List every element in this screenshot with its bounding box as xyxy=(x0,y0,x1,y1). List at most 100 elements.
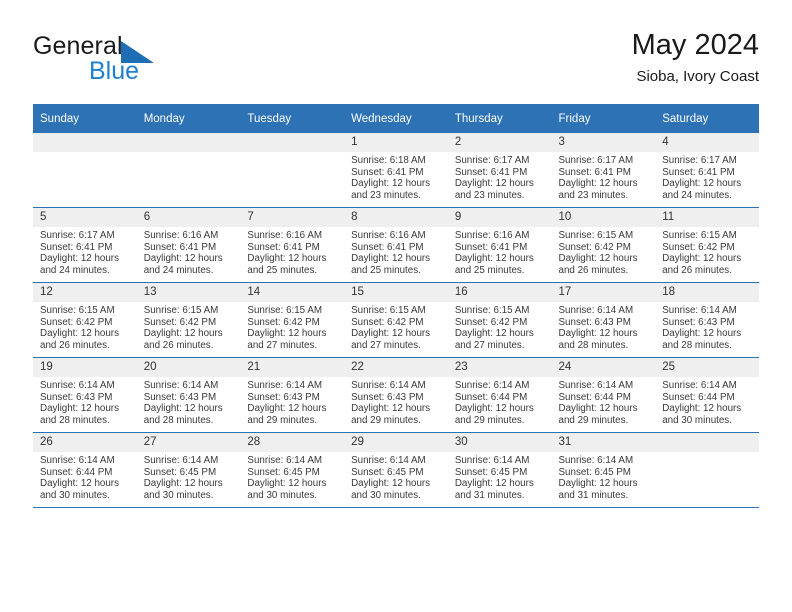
sun-info-line: Sunrise: 6:14 AM xyxy=(351,455,426,466)
sun-info-line: and 29 minutes. xyxy=(247,414,318,426)
day-number xyxy=(655,433,759,452)
calendar-day-cell[interactable]: 26 Sunrise: 6:14 AM Sunset: 6:44 PM Dayligh… xyxy=(33,432,137,508)
calendar-day-cell[interactable]: 6 Sunrise: 6:16 AM Sunset: 6:41 PM Daylight… xyxy=(136,207,241,283)
sun-info-line: Sunset: 6:45 PM xyxy=(351,466,424,478)
day-cell-inner: 18 Sunrise: 6:14 AM Sunset: 6:43 PM Dayligh… xyxy=(655,283,759,357)
sun-info-line: Sunset: 6:43 PM xyxy=(40,391,113,403)
day-number: 19 xyxy=(33,358,137,377)
day-cell-inner: 16 Sunrise: 6:15 AM Sunset: 6:42 PM Dayligh… xyxy=(447,283,552,357)
sun-info-line: Sunrise: 6:14 AM xyxy=(454,455,530,466)
weekday-header-tuesday: Tuesday xyxy=(240,104,345,133)
day-cell-inner xyxy=(33,133,137,207)
calendar-day-cell[interactable]: 18 Sunrise: 6:14 AM Sunset: 6:43 PM Dayligh… xyxy=(655,282,759,358)
day-sun-info: Sunrise: 6:14 AM Sunset: 6:44 PM Daylight:… xyxy=(448,377,552,426)
calendar-day-cell[interactable]: 13 Sunrise: 6:15 AM Sunset: 6:42 PM Dayligh… xyxy=(136,282,241,358)
day-cell-inner: 28 Sunrise: 6:14 AM Sunset: 6:45 PM Dayligh… xyxy=(240,433,345,507)
calendar-day-cell[interactable]: 4 Sunrise: 6:17 AM Sunset: 6:41 PM Daylight… xyxy=(655,133,759,208)
calendar-day-cell[interactable]: 25 Sunrise: 6:14 AM Sunset: 6:44 PM Dayligh… xyxy=(655,357,759,433)
sun-info-line: Daylight: 12 hours xyxy=(454,253,534,265)
calendar-day-cell[interactable]: 3 Sunrise: 6:17 AM Sunset: 6:41 PM Daylight… xyxy=(551,133,656,208)
calendar-day-cell[interactable]: 8 Sunrise: 6:16 AM Sunset: 6:41 PM Daylight… xyxy=(344,207,448,283)
sun-info-line: Daylight: 12 hours xyxy=(662,253,742,265)
day-number: 10 xyxy=(551,208,656,227)
day-sun-info: Sunrise: 6:14 AM Sunset: 6:43 PM Daylight:… xyxy=(655,302,759,351)
calendar-day-cell[interactable]: 10 Sunrise: 6:15 AM Sunset: 6:42 PM Dayligh… xyxy=(551,207,656,283)
weekday-header-monday: Monday xyxy=(136,104,241,133)
day-sun-info: Sunrise: 6:15 AM Sunset: 6:42 PM Daylight:… xyxy=(240,302,344,351)
sun-info-line: Daylight: 12 hours xyxy=(351,478,431,490)
sun-info-line: Sunset: 6:43 PM xyxy=(143,391,217,403)
day-sun-info: Sunrise: 6:14 AM Sunset: 6:43 PM Daylight:… xyxy=(240,377,344,426)
calendar-day-cell[interactable]: 11 Sunrise: 6:15 AM Sunset: 6:42 PM Dayligh… xyxy=(655,207,759,283)
sun-info-line: Sunset: 6:42 PM xyxy=(247,316,320,328)
sun-info-line: Sunset: 6:42 PM xyxy=(351,316,424,328)
day-cell-inner: 26 Sunrise: 6:14 AM Sunset: 6:44 PM Dayligh… xyxy=(33,433,137,507)
day-sun-info: Sunrise: 6:17 AM Sunset: 6:41 PM Daylight:… xyxy=(655,152,759,201)
day-cell-inner: 17 Sunrise: 6:14 AM Sunset: 6:43 PM Dayligh… xyxy=(551,283,656,357)
brand-logo[interactable]: General Blue xyxy=(33,32,263,88)
sun-info-line: and 25 minutes. xyxy=(454,264,525,276)
sun-info-line: Daylight: 12 hours xyxy=(662,403,742,415)
calendar-day-cell[interactable]: 22 Sunrise: 6:14 AM Sunset: 6:43 PM Dayligh… xyxy=(344,357,448,433)
calendar-day-cell[interactable]: 20 Sunrise: 6:14 AM Sunset: 6:43 PM Dayligh… xyxy=(136,357,241,433)
calendar-day-cell[interactable]: 5 Sunrise: 6:17 AM Sunset: 6:41 PM Daylight… xyxy=(33,207,137,283)
calendar-day-cell[interactable]: 15 Sunrise: 6:15 AM Sunset: 6:42 PM Dayligh… xyxy=(344,282,448,358)
day-cell-inner: 1 Sunrise: 6:18 AM Sunset: 6:41 PM Daylight… xyxy=(344,133,448,207)
day-cell-inner xyxy=(136,133,241,207)
sun-info-line: Sunrise: 6:16 AM xyxy=(351,230,426,241)
day-cell-inner: 13 Sunrise: 6:15 AM Sunset: 6:42 PM Dayligh… xyxy=(136,283,241,357)
sun-info-line: Daylight: 12 hours xyxy=(351,178,431,190)
day-number: 12 xyxy=(33,283,137,302)
calendar-day-cell[interactable]: 16 Sunrise: 6:15 AM Sunset: 6:42 PM Dayligh… xyxy=(447,282,552,358)
calendar-day-cell[interactable]: 1 Sunrise: 6:18 AM Sunset: 6:41 PM Daylight… xyxy=(344,133,448,208)
sun-info-line: Sunset: 6:44 PM xyxy=(40,466,113,478)
day-number xyxy=(33,133,137,152)
calendar-day-cell[interactable]: 19 Sunrise: 6:14 AM Sunset: 6:43 PM Dayligh… xyxy=(33,357,137,433)
calendar-day-cell[interactable]: 24 Sunrise: 6:14 AM Sunset: 6:44 PM Dayligh… xyxy=(551,357,656,433)
calendar-day-cell[interactable]: 7 Sunrise: 6:16 AM Sunset: 6:41 PM Daylight… xyxy=(240,207,345,283)
day-number: 13 xyxy=(136,283,241,302)
sun-info-line: and 31 minutes. xyxy=(558,489,629,501)
calendar-day-cell[interactable]: 28 Sunrise: 6:14 AM Sunset: 6:45 PM Dayligh… xyxy=(240,432,345,508)
page-subtitle: Sioba, Ivory Coast xyxy=(636,68,759,85)
sun-info-line: Sunset: 6:41 PM xyxy=(351,166,424,178)
calendar-empty-cell xyxy=(655,432,759,508)
calendar-day-cell[interactable]: 14 Sunrise: 6:15 AM Sunset: 6:42 PM Dayligh… xyxy=(240,282,345,358)
calendar-day-cell[interactable]: 30 Sunrise: 6:14 AM Sunset: 6:45 PM Dayligh… xyxy=(447,432,552,508)
day-number xyxy=(240,133,345,152)
sun-info-line: Daylight: 12 hours xyxy=(40,403,119,415)
day-sun-info: Sunrise: 6:14 AM Sunset: 6:45 PM Daylight:… xyxy=(240,452,344,501)
sun-info-line: and 25 minutes. xyxy=(247,264,318,276)
calendar-day-cell[interactable]: 27 Sunrise: 6:14 AM Sunset: 6:45 PM Dayligh… xyxy=(136,432,241,508)
sun-info-line: Sunrise: 6:14 AM xyxy=(558,380,634,391)
day-number: 6 xyxy=(136,208,241,227)
logo-text-blue: Blue xyxy=(89,57,140,85)
day-cell-inner: 2 Sunrise: 6:17 AM Sunset: 6:41 PM Daylight… xyxy=(447,133,552,207)
day-cell-inner: 12 Sunrise: 6:15 AM Sunset: 6:42 PM Dayligh… xyxy=(33,283,137,357)
day-number: 20 xyxy=(136,358,241,377)
calendar-day-cell[interactable]: 31 Sunrise: 6:14 AM Sunset: 6:45 PM Dayligh… xyxy=(551,432,656,508)
calendar-day-cell[interactable]: 23 Sunrise: 6:14 AM Sunset: 6:44 PM Dayligh… xyxy=(447,357,552,433)
sun-info-line: Sunrise: 6:16 AM xyxy=(143,230,219,241)
calendar-day-cell[interactable]: 21 Sunrise: 6:14 AM Sunset: 6:43 PM Dayligh… xyxy=(240,357,345,433)
sun-info-line: Daylight: 12 hours xyxy=(662,178,742,190)
calendar-day-cell[interactable]: 12 Sunrise: 6:15 AM Sunset: 6:42 PM Dayligh… xyxy=(33,282,137,358)
calendar-day-cell[interactable]: 17 Sunrise: 6:14 AM Sunset: 6:43 PM Dayligh… xyxy=(551,282,656,358)
sun-info-line: Daylight: 12 hours xyxy=(40,478,119,490)
day-number: 21 xyxy=(240,358,345,377)
sun-info-line: Sunset: 6:45 PM xyxy=(454,466,528,478)
sun-info-line: Daylight: 12 hours xyxy=(454,178,534,190)
calendar-day-cell[interactable]: 29 Sunrise: 6:14 AM Sunset: 6:45 PM Dayligh… xyxy=(344,432,448,508)
day-sun-info: Sunrise: 6:16 AM Sunset: 6:41 PM Daylight:… xyxy=(240,227,344,276)
day-cell-inner: 31 Sunrise: 6:14 AM Sunset: 6:45 PM Dayligh… xyxy=(551,433,656,507)
sun-info-line: Sunrise: 6:14 AM xyxy=(351,380,426,391)
day-sun-info: Sunrise: 6:17 AM Sunset: 6:41 PM Daylight:… xyxy=(33,227,137,276)
day-number: 8 xyxy=(344,208,448,227)
day-number: 30 xyxy=(447,433,552,452)
sun-info-line: Sunset: 6:42 PM xyxy=(558,241,631,253)
sun-info-line: Daylight: 12 hours xyxy=(247,253,327,265)
day-sun-info: Sunrise: 6:15 AM Sunset: 6:42 PM Daylight:… xyxy=(448,302,552,351)
sun-info-line: Daylight: 12 hours xyxy=(454,478,534,490)
calendar-day-cell[interactable]: 9 Sunrise: 6:16 AM Sunset: 6:41 PM Daylight… xyxy=(447,207,552,283)
calendar-day-cell[interactable]: 2 Sunrise: 6:17 AM Sunset: 6:41 PM Daylight… xyxy=(447,133,552,208)
